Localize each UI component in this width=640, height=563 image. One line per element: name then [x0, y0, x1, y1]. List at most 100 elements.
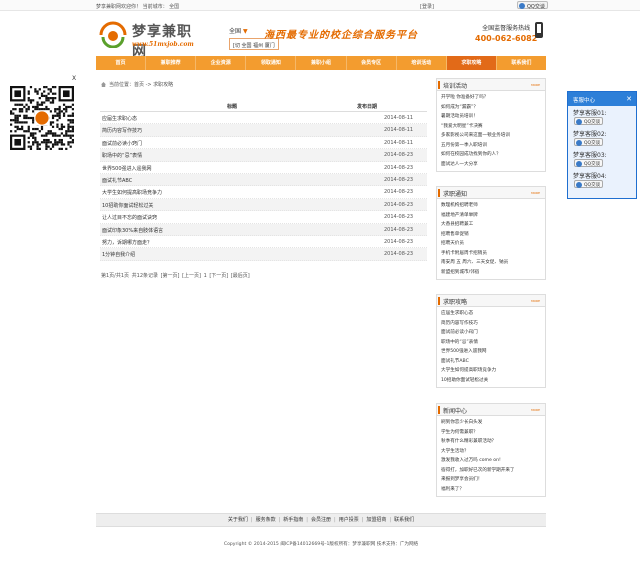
list-item[interactable]: 福建地产清单举牌 [441, 211, 541, 221]
list-item[interactable]: 宿得打，加职好已次的新学期开来了 [441, 466, 541, 476]
qq-chat-label: QQ交谈 [584, 162, 601, 167]
table-row[interactable]: 职场中的“忌”表情 2014-08-23 [100, 149, 427, 162]
footer-link[interactable]: 关于我们 [228, 517, 248, 523]
list-item[interactable]: 来报到梦享会员们！ [441, 475, 541, 485]
article-title-link[interactable]: 面试礼节ABC [102, 177, 132, 184]
article-title-link[interactable]: 让人过目不忘的面试诀窍 [102, 214, 157, 221]
list-item[interactable]: 多家影视公司来这面一顿业务培训 [441, 131, 541, 141]
city-options[interactable]: 全国 福州 厦门 [242, 43, 275, 49]
copyright: Copyright © 2014-2015 闽ICP备14012669号-1版权… [223, 542, 419, 547]
main-nav: 首页 兼职推荐 企业资源 领取通知 兼职小组 会员专区 培训活动 求职攻略 联系我们 [96, 56, 546, 70]
more-link[interactable]: MORE [531, 83, 540, 87]
qr-close-button[interactable]: X [72, 75, 76, 82]
list-item[interactable]: “我爱大明星”卡决赛 [441, 122, 541, 132]
list-item[interactable]: 招聘天价员 [441, 239, 541, 249]
list-item[interactable]: 秋季有什么精彩兼职活动？ [441, 437, 541, 447]
article-title-link[interactable]: 面试前必读小窍门 [102, 140, 142, 147]
article-title-link[interactable]: 世界500强进入遥我网 [102, 165, 152, 172]
footer-link[interactable]: 加盟招商 [366, 517, 386, 523]
article-title-link[interactable]: 职场中的“忌”表情 [102, 152, 142, 159]
article-title-link[interactable]: 面试印象30%来自肢体语言 [102, 227, 163, 234]
article-title-link[interactable]: 10招助你面试轻松过关 [102, 202, 153, 209]
footer-link[interactable]: 联系我们 [394, 517, 414, 523]
login-link[interactable]: [登录] [420, 3, 434, 10]
article-title-link[interactable]: 1分钟自我介绍 [102, 251, 135, 258]
list-item[interactable]: 暑期活动员培训！ [441, 112, 541, 122]
more-link[interactable]: MORE [531, 191, 540, 195]
table-row[interactable]: 面试印象30%来自肢体语言 2014-08-23 [100, 223, 427, 236]
column-date-header: 发布日期 [357, 104, 378, 110]
list-item[interactable]: 学生为何需兼职？ [441, 428, 541, 438]
pagination[interactable]: 第1页/共1页 共12条记录 [第一页] [上一页] 1 [下一页] [最后页] [101, 272, 250, 279]
article-title-link[interactable]: 简历内容写作技巧 [102, 127, 142, 134]
service-agent: 梦享客服04: QQ交谈 [568, 169, 636, 190]
table-row[interactable]: 面试礼节ABC 2014-08-23 [100, 173, 427, 187]
site-logo[interactable]: 梦享兼职网 www.51mxjob.com [96, 19, 206, 60]
footer-separator: | [334, 517, 336, 523]
list-item[interactable]: 招聘售单促销 [441, 230, 541, 240]
nav-item[interactable]: 兼职小组 [296, 56, 347, 70]
table-row[interactable]: 大学生如何提高职场竞争力 2014-08-23 [100, 186, 427, 199]
sidebar-box-title: 求职攻略 [443, 299, 468, 306]
nav-item[interactable]: 联系我们 [497, 56, 546, 70]
list-item[interactable]: 五月份第一季入职培训 [441, 141, 541, 151]
article-title-link[interactable]: 大学生如何提高职场竞争力 [102, 189, 162, 196]
nav-item[interactable]: 培训活动 [397, 56, 447, 70]
nav-item[interactable]: 会员专区 [347, 56, 397, 70]
list-item[interactable]: 开学啦 你准备好了吗？ [441, 93, 541, 103]
list-item[interactable]: 如何在校园成功找到你的人？ [441, 150, 541, 160]
qq-chat-button[interactable]: QQ交谈 [574, 180, 604, 188]
home-icon [101, 82, 106, 87]
qq-chat-button[interactable]: QQ交谈 [574, 159, 604, 167]
table-row[interactable]: 简历内容写作技巧 2014-08-11 [100, 124, 427, 137]
list-item[interactable]: 面试前必读小窍门 [441, 328, 541, 338]
article-title-link[interactable]: 努力，诉期哪方面走？ [102, 239, 152, 246]
qq-chat-button[interactable]: QQ交谈 [517, 1, 548, 10]
table-row[interactable]: 面试前必读小窍门 2014-08-11 [100, 137, 427, 150]
list-item[interactable]: 激发我收入过万吗 come on! [441, 456, 541, 466]
more-link[interactable]: MORE [531, 408, 540, 412]
list-item[interactable]: 面试礼节ABC [441, 357, 541, 367]
list-item[interactable]: 福利来了？ [441, 485, 541, 495]
nav-item[interactable]: 求职攻略 [446, 56, 497, 70]
list-item[interactable]: 南安周 五 周六、三天女促、钠员 [441, 258, 541, 268]
nav-item[interactable]: 领取通知 [246, 56, 297, 70]
city-selector[interactable]: 全国 ▼ [229, 26, 248, 35]
footer-link[interactable]: 服务条款 [256, 517, 276, 523]
table-row[interactable]: 1分钟自我介绍 2014-08-23 [100, 248, 427, 261]
table-row[interactable]: 世界500强进入遥我网 2014-08-23 [100, 162, 427, 174]
nav-item[interactable]: 兼职推荐 [146, 56, 197, 70]
top-bar: 梦享兼职网欢迎你！ 当前城市： 全国 [登录] QQ交谈 [0, 0, 640, 11]
list-item[interactable]: 大学生如何提高职场竞争力 [441, 366, 541, 376]
article-title-link[interactable]: 应届生求职心态 [102, 115, 137, 122]
list-item[interactable]: 简历内容写作技巧 [441, 319, 541, 329]
list-item[interactable]: 应届生求职心态 [441, 309, 541, 319]
qq-chat-button[interactable]: QQ交谈 [574, 138, 604, 146]
article-date: 2014-08-23 [384, 152, 414, 159]
breadcrumb-text[interactable]: 当前位置：首页 -> 求职攻略 [109, 82, 173, 88]
list-item[interactable]: 面试达人一大分享 [441, 160, 541, 170]
qq-chat-button[interactable]: QQ交谈 [574, 117, 604, 125]
close-icon[interactable]: ✕ [626, 95, 632, 103]
list-item[interactable]: 数理机构招聘老师 [441, 201, 541, 211]
list-item[interactable]: 职场中的“忌”表情 [441, 338, 541, 348]
list-item[interactable]: 如何成为“漏霸”？ [441, 103, 541, 113]
list-item[interactable]: 新盟招到城市/邻宿 [441, 268, 541, 278]
table-row[interactable]: 应届生求职心态 2014-08-11 [100, 112, 427, 125]
table-row[interactable]: 努力，诉期哪方面走？ 2014-08-23 [100, 236, 427, 249]
list-item[interactable]: 世界500强进入遥我网 [441, 347, 541, 357]
table-row[interactable]: 10招助你面试轻松过关 2014-08-23 [100, 198, 427, 212]
nav-item[interactable]: 企业资源 [196, 56, 247, 70]
nav-item[interactable]: 首页 [96, 56, 147, 70]
table-row[interactable]: 让人过目不忘的面试诀窍 2014-08-23 [100, 211, 427, 224]
city-current: 全国 [229, 28, 242, 35]
list-item[interactable]: 大香县招聘兼工 [441, 220, 541, 230]
list-item[interactable]: 手机卡附居周卡招销员 [441, 249, 541, 259]
list-item[interactable]: 10招助你面试轻松过关 [441, 376, 541, 386]
footer-link[interactable]: 用户投票 [339, 517, 359, 523]
list-item[interactable]: 大学生活动？ [441, 447, 541, 457]
footer-link[interactable]: 会员注册 [311, 517, 331, 523]
footer-link[interactable]: 新手指南 [283, 517, 303, 523]
list-item[interactable]: 刷到你恋少长白头发 [441, 418, 541, 428]
more-link[interactable]: MORE [531, 299, 540, 303]
